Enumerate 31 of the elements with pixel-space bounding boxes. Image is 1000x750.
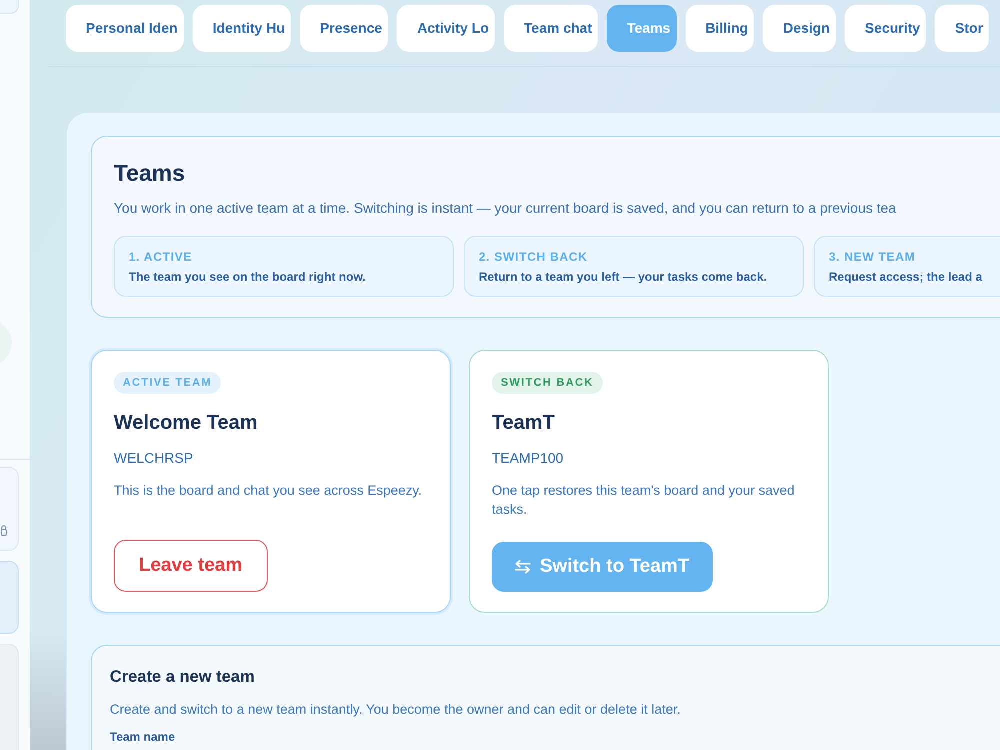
leave-team-button[interactable]: Leave team [114,540,268,592]
team-description: One tap restores this team's board and your saved tasks. [492,482,796,519]
lock-icon [1,525,7,536]
team-name: TeamT [492,411,556,436]
team-code: WELCHRSP [114,449,194,467]
team-name: Welcome Team [114,411,259,436]
status-tag: SWITCH BACK [492,372,603,394]
swap-arrows-icon [515,560,531,574]
step-text: Return to a team you left — your tasks come back. [479,269,768,285]
nav-tab[interactable]: Security [845,5,926,52]
create-description: Create and switch to a new team instantly. You become the owner and can edit or delete it later. [110,701,682,719]
nav-tab[interactable]: Identity Hu [192,5,292,52]
status-tag: ACTIVE TEAM [114,372,222,394]
team-code: TEAMP100 [492,449,565,467]
team-description: This is the board and chat you see across Espeezy. [114,482,424,500]
field-label: Team name [110,729,176,745]
step-label: 1. ACTIVE [129,249,194,265]
nav-tab[interactable]: Personal Iden [66,5,184,52]
nav-tab[interactable]: Billing [686,5,754,52]
step-text: The team you see on the board right now. [129,269,367,285]
section-title: Teams [114,159,186,187]
step-text: Request access; the lead a [829,269,984,285]
nav-tab[interactable]: Stor [935,5,990,52]
step-label: 2. SWITCH BACK [479,249,589,265]
create-title: Create a new team [110,667,256,688]
section-description: You work in one active team at a time. Switching is instant — your current board is saved, and you can return to a previous tea [114,199,898,218]
nav-tab[interactable]: Activity Lo [397,5,496,52]
nav-tab[interactable]: Presence [300,5,388,52]
step-label: 3. NEW TEAM [829,249,917,265]
nav-tab[interactable]: Design [763,5,836,52]
nav-tab[interactable]: Team chat [504,5,598,52]
